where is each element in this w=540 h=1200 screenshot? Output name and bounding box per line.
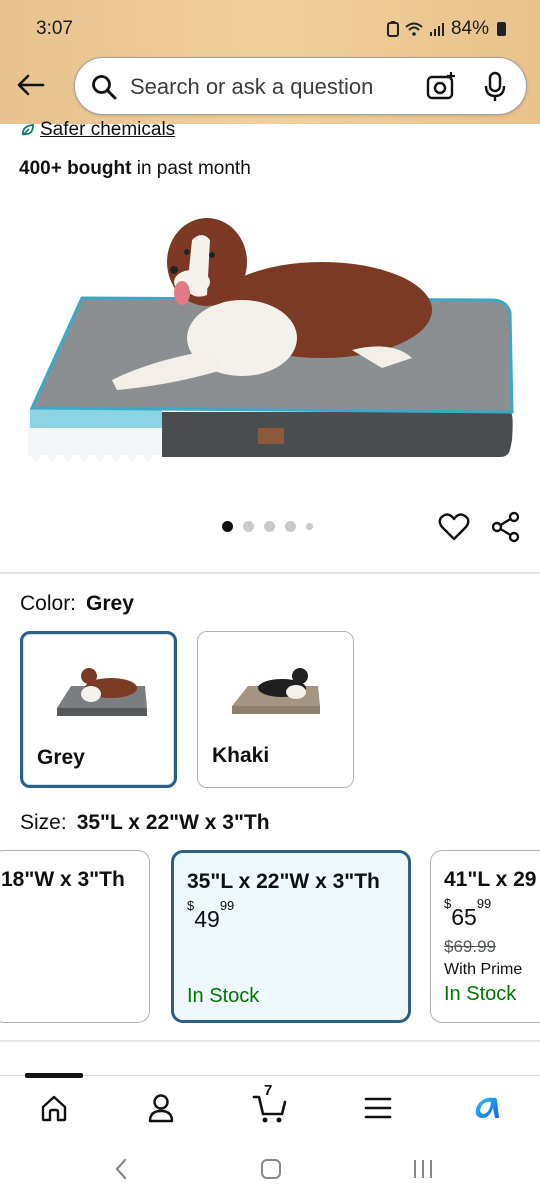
price-cents: 99 xyxy=(476,896,492,912)
bottom-nav: 7 xyxy=(0,1073,540,1137)
battery-icon xyxy=(497,22,506,36)
stock-status: In Stock xyxy=(444,983,517,1005)
heart-icon xyxy=(438,513,470,541)
camera-search-icon[interactable] xyxy=(426,71,456,101)
system-back-button[interactable] xyxy=(106,1156,136,1182)
section-divider xyxy=(0,572,540,574)
carousel-dot[interactable] xyxy=(222,521,233,532)
battery-percent: 84% xyxy=(450,18,489,39)
system-home-button[interactable] xyxy=(256,1156,286,1182)
nav-active-indicator xyxy=(25,1073,83,1078)
search-placeholder: Search or ask a question xyxy=(130,74,374,99)
size-option-price: $6599 xyxy=(444,896,491,931)
recents-icon xyxy=(414,1160,432,1178)
rufus-assistant-icon xyxy=(475,1097,499,1119)
system-recents-button[interactable] xyxy=(408,1156,438,1182)
carousel-dot[interactable] xyxy=(264,521,275,532)
section-divider xyxy=(0,1040,540,1042)
color-selected-value: Grey xyxy=(86,592,134,615)
nav-cart[interactable]: 7 xyxy=(250,1082,290,1128)
safer-chemicals-link[interactable]: Safer chemicals xyxy=(20,119,175,141)
share-icon xyxy=(491,511,520,543)
color-selection-label: Color: Grey xyxy=(20,592,134,616)
bought-count: 400+ bought in past month xyxy=(19,158,251,180)
currency-symbol: $ xyxy=(444,896,452,912)
size-option-title: 41"L x 29 xyxy=(444,868,537,891)
leaf-icon xyxy=(22,124,34,136)
nav-account[interactable] xyxy=(141,1088,181,1128)
share-button[interactable] xyxy=(490,511,522,543)
status-icons: 84% xyxy=(386,18,506,40)
size-option-selected[interactable]: 35"L x 22"W x 3"Th $4999 In Stock xyxy=(171,850,411,1023)
microphone-icon[interactable] xyxy=(482,71,508,103)
grey-bed-thumbnail xyxy=(57,668,147,716)
add-to-list-button[interactable] xyxy=(438,511,470,543)
size-option[interactable]: 18"W x 3"Th xyxy=(0,850,150,1023)
bought-count-suffix: in past month xyxy=(131,158,251,179)
back-arrow-icon xyxy=(17,74,45,96)
size-option-price: $4999 xyxy=(187,898,234,933)
stock-status: In Stock xyxy=(187,985,260,1007)
carousel-dot[interactable] xyxy=(306,523,313,530)
size-option-title: 18"W x 3"Th xyxy=(1,868,125,891)
status-time: 3:07 xyxy=(36,18,73,39)
size-label: Size: xyxy=(20,811,67,834)
price-dollars: 49 xyxy=(194,906,220,932)
color-option-grey[interactable]: Grey xyxy=(20,631,177,788)
carousel-dot[interactable] xyxy=(243,521,254,532)
back-button[interactable] xyxy=(12,66,50,104)
size-option[interactable]: 41"L x 29 $6599 $69.99 With Prime In Sto… xyxy=(430,850,540,1023)
color-option-label: Grey xyxy=(37,746,85,769)
home-icon xyxy=(41,1095,67,1122)
image-carousel-dots[interactable] xyxy=(222,521,313,532)
search-icon xyxy=(92,75,117,100)
color-option-label: Khaki xyxy=(212,744,270,767)
color-option-khaki[interactable]: Khaki xyxy=(197,631,354,788)
nav-home[interactable] xyxy=(34,1088,74,1128)
nav-rufus[interactable] xyxy=(466,1088,506,1128)
khaki-bed-thumbnail xyxy=(232,668,320,714)
bought-count-bold: 400+ bought xyxy=(19,158,132,179)
size-selection-label: Size: 35"L x 22"W x 3"Th xyxy=(20,811,270,835)
notification-icon xyxy=(386,21,399,37)
wifi-icon xyxy=(405,22,423,36)
product-image[interactable] xyxy=(22,200,518,475)
system-navigation-bar xyxy=(0,1138,540,1200)
size-option-title: 35"L x 22"W x 3"Th xyxy=(187,870,380,893)
list-price: $69.99 xyxy=(444,937,496,956)
size-selected-value: 35"L x 22"W x 3"Th xyxy=(76,811,270,834)
cart-count-badge: 7 xyxy=(264,1082,273,1099)
price-dollars: 65 xyxy=(451,904,477,930)
color-label: Color: xyxy=(20,592,77,615)
prime-label: With Prime xyxy=(444,961,523,978)
price-cents: 99 xyxy=(219,898,235,914)
menu-icon xyxy=(364,1097,392,1119)
currency-symbol: $ xyxy=(187,898,195,914)
home-square-icon xyxy=(261,1159,281,1179)
safer-chemicals-label: Safer chemicals xyxy=(40,119,176,140)
signal-icon xyxy=(429,23,444,36)
app-header: 3:07 84% Search or ask a question xyxy=(0,0,540,124)
account-icon xyxy=(148,1094,174,1123)
nav-menu[interactable] xyxy=(358,1088,398,1128)
search-input[interactable]: Search or ask a question xyxy=(74,57,527,115)
chevron-left-icon xyxy=(115,1158,127,1180)
carousel-dot[interactable] xyxy=(285,521,296,532)
status-bar: 3:07 84% xyxy=(0,0,540,58)
